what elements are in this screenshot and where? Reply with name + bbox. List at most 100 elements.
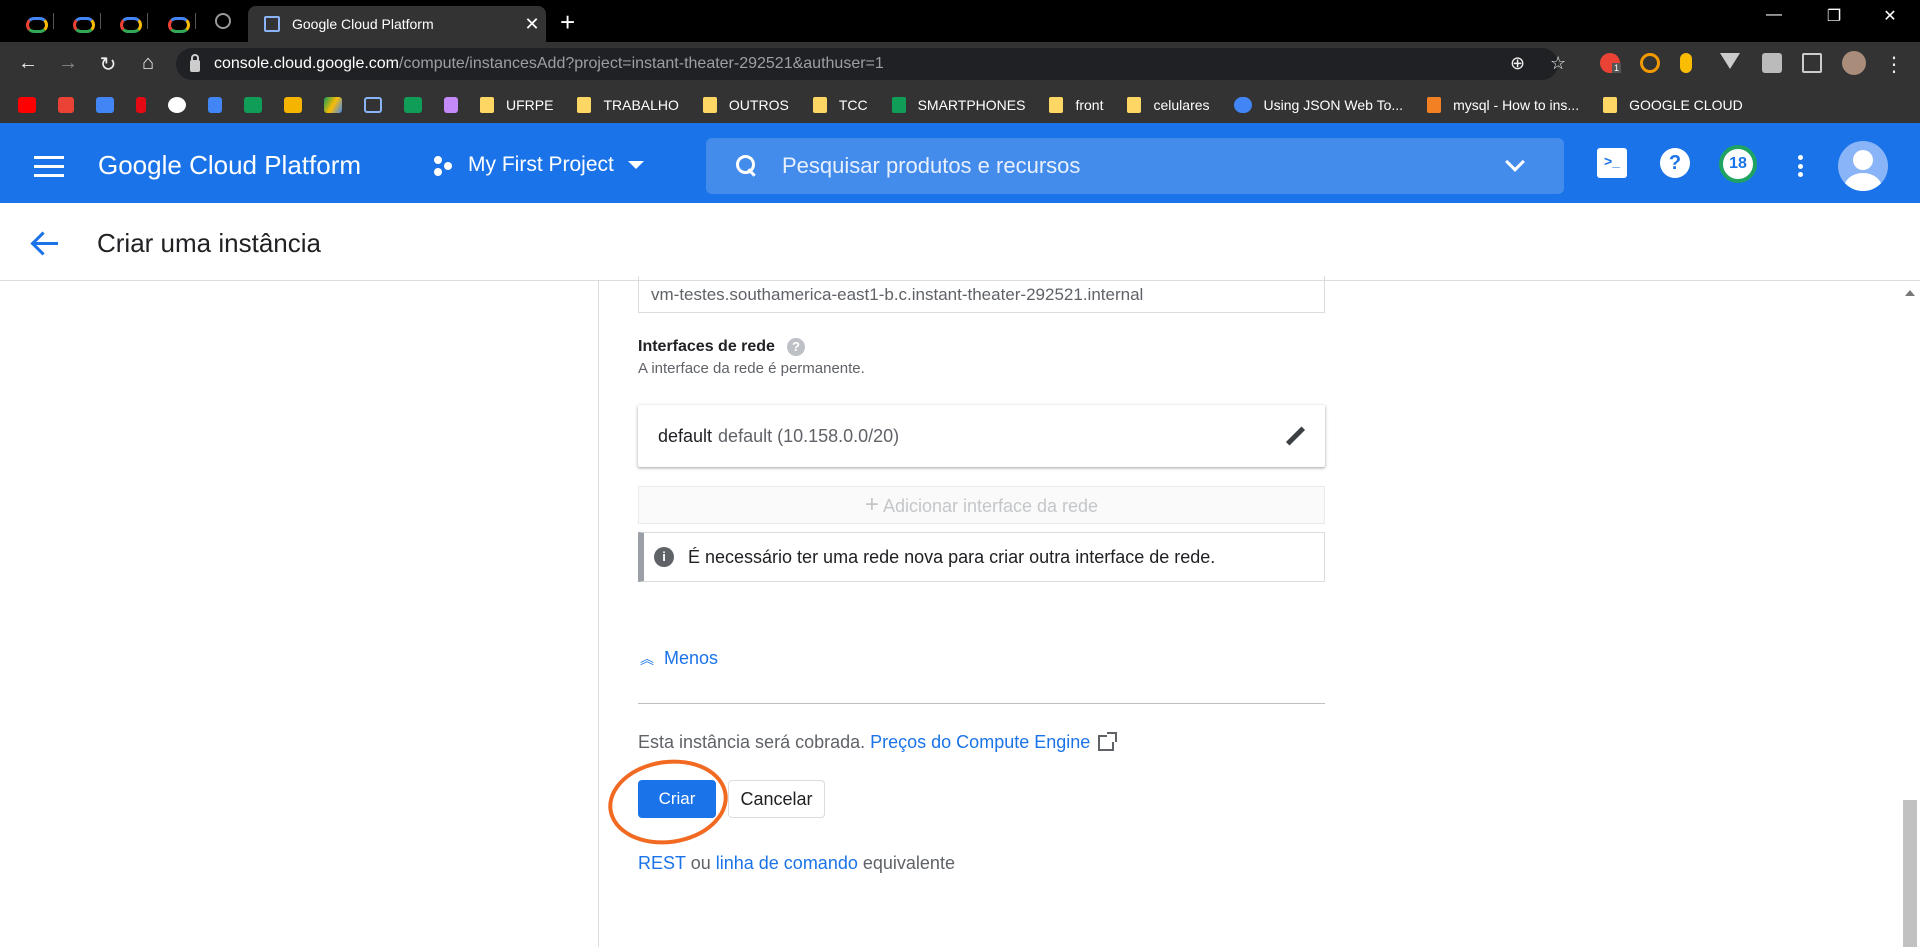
network-name: default: [658, 425, 713, 446]
bookmark-tcc[interactable]: TCC: [812, 96, 868, 113]
account-avatar[interactable]: [1838, 141, 1888, 191]
gmail-icon[interactable]: [58, 96, 74, 113]
bookmark-label: front: [1075, 96, 1104, 113]
classroom-icon[interactable]: [404, 96, 422, 113]
translate-icon[interactable]: [96, 96, 114, 113]
chip-icon[interactable]: [364, 96, 382, 113]
extension-red-icon[interactable]: 1: [1600, 53, 1622, 73]
hostname-field[interactable]: vm-testes.southamerica-east1-b.c.instant…: [638, 276, 1325, 313]
bookmark-smartphones[interactable]: SMARTPHONES: [891, 96, 1025, 113]
external-link-icon[interactable]: [1098, 731, 1118, 751]
edit-pencil-icon[interactable]: [1285, 426, 1305, 446]
add-network-interface-button[interactable]: + Adicionar interface da rede: [638, 486, 1325, 524]
chevron-down-icon[interactable]: [1505, 152, 1525, 172]
page-title: Criar uma instância: [97, 228, 321, 258]
cancel-button[interactable]: Cancelar: [728, 780, 825, 818]
show-less-link[interactable]: ︽ Menos: [640, 648, 718, 669]
info-notice: i É necessário ter uma rede nova para cr…: [638, 532, 1325, 582]
bookmark-label: GOOGLE CLOUD: [1629, 96, 1743, 113]
netflix-icon[interactable]: [136, 96, 146, 113]
zoom-icon[interactable]: ⊕: [1510, 53, 1525, 74]
bookmark-label: TCC: [838, 96, 868, 113]
search-input[interactable]: Pesquisar produtos e recursos: [782, 153, 1508, 179]
google-slides-icon[interactable]: [284, 96, 302, 113]
billing-notice: Esta instância será cobrada. Preços do C…: [638, 731, 1118, 753]
rest-link[interactable]: REST: [638, 853, 686, 873]
bookmark-label: Using JSON Web To...: [1263, 96, 1404, 113]
brand-title[interactable]: Google Cloud Platform: [98, 150, 361, 181]
plus-icon: +: [864, 491, 879, 518]
page-titlebar: Criar uma instância: [0, 203, 1920, 281]
tab-gcloud-4[interactable]: [156, 8, 196, 34]
project-selector[interactable]: My First Project: [434, 153, 644, 177]
close-tab-icon[interactable]: ✕: [518, 14, 546, 35]
extension-v-icon[interactable]: [1720, 53, 1740, 69]
bookmark-jwt[interactable]: Using JSON Web To...: [1233, 96, 1404, 113]
google-docs-icon[interactable]: [208, 96, 222, 113]
bookmark-star-icon[interactable]: ☆: [1550, 53, 1566, 74]
google-cloud-icon: [72, 14, 95, 33]
bookmark-ufrpe[interactable]: UFRPE: [480, 96, 553, 113]
new-tab-button[interactable]: +: [560, 7, 575, 38]
back-arrow-icon[interactable]: [30, 231, 58, 255]
annotation-circle: [602, 752, 734, 852]
stackoverflow-icon: [1427, 96, 1442, 113]
cloud-shell-icon[interactable]: >_: [1597, 148, 1627, 178]
bookmarks-bar: UFRPE TRABALHO OUTROS TCC SMARTPHONES fr…: [0, 86, 1920, 123]
tab-gcloud-3[interactable]: [108, 8, 148, 34]
left-panel-divider: [598, 281, 599, 947]
extension-bulb-icon[interactable]: [1680, 53, 1692, 73]
bookmark-celulares[interactable]: celulares: [1127, 96, 1210, 113]
tab-gcloud-1[interactable]: [14, 8, 54, 34]
window-close-icon[interactable]: ✕: [1860, 6, 1920, 26]
more-options-icon[interactable]: [1796, 155, 1804, 177]
google-cloud-icon: [25, 14, 48, 33]
bookmark-outros[interactable]: OUTROS: [702, 96, 789, 113]
command-line-link[interactable]: linha de comando: [716, 853, 858, 873]
feather-icon[interactable]: [444, 96, 458, 113]
google-sheets-icon[interactable]: [244, 96, 262, 113]
active-tab[interactable]: Google Cloud Platform ✕: [248, 6, 546, 42]
reload-icon[interactable]: ↻: [94, 52, 122, 77]
github-icon[interactable]: [168, 96, 186, 113]
tab-globe[interactable]: [203, 8, 243, 34]
bookmark-front[interactable]: front: [1049, 96, 1104, 113]
search-icon: [736, 155, 758, 177]
youtube-icon[interactable]: [18, 96, 36, 113]
info-icon: i: [654, 547, 674, 567]
help-icon[interactable]: ?: [1660, 148, 1690, 178]
scroll-up-arrow-icon[interactable]: [1905, 290, 1915, 296]
notifications-badge[interactable]: 18: [1719, 145, 1757, 183]
folder-icon: [1603, 96, 1618, 113]
search-bar[interactable]: Pesquisar produtos e recursos: [706, 138, 1564, 194]
google-cloud-icon: [1233, 96, 1252, 113]
extension-badge: 1: [1612, 63, 1622, 73]
url-path: /compute/instancesAdd?project=instant-th…: [399, 55, 884, 72]
extension-orange-icon[interactable]: [1640, 53, 1660, 73]
network-interface-card[interactable]: default default (10.158.0.0/20): [638, 405, 1325, 467]
google-drive-icon[interactable]: [324, 96, 342, 113]
scrollbar-thumb[interactable]: [1903, 800, 1917, 947]
forward-icon[interactable]: →: [54, 52, 82, 75]
folder-icon: [1049, 96, 1064, 113]
back-icon[interactable]: ←: [14, 52, 42, 75]
browser-menu-icon[interactable]: ⋮: [1880, 52, 1908, 77]
profile-avatar[interactable]: [1842, 51, 1866, 75]
tab-gcloud-2[interactable]: [61, 8, 101, 34]
minimize-icon[interactable]: —: [1744, 6, 1804, 24]
extensions-puzzle-icon[interactable]: [1762, 53, 1782, 73]
sheets-icon: [891, 96, 906, 113]
address-bar[interactable]: console.cloud.google.com/compute/instanc…: [176, 48, 1566, 80]
help-icon[interactable]: ?: [786, 338, 805, 356]
bookmark-trabalho[interactable]: TRABALHO: [577, 96, 679, 113]
bookmark-mysql[interactable]: mysql - How to ins...: [1427, 96, 1579, 113]
bookmark-google-cloud[interactable]: GOOGLE CLOUD: [1603, 96, 1743, 113]
menu-icon[interactable]: [34, 156, 64, 178]
restore-icon[interactable]: ❐: [1804, 6, 1864, 26]
section-divider: [638, 703, 1325, 704]
home-icon[interactable]: ⌂: [134, 52, 162, 75]
lock-icon: [190, 53, 200, 72]
pricing-link[interactable]: Preços do Compute Engine: [870, 732, 1090, 753]
add-interface-label: Adicionar interface da rede: [882, 496, 1099, 516]
cast-icon[interactable]: [1802, 53, 1822, 73]
